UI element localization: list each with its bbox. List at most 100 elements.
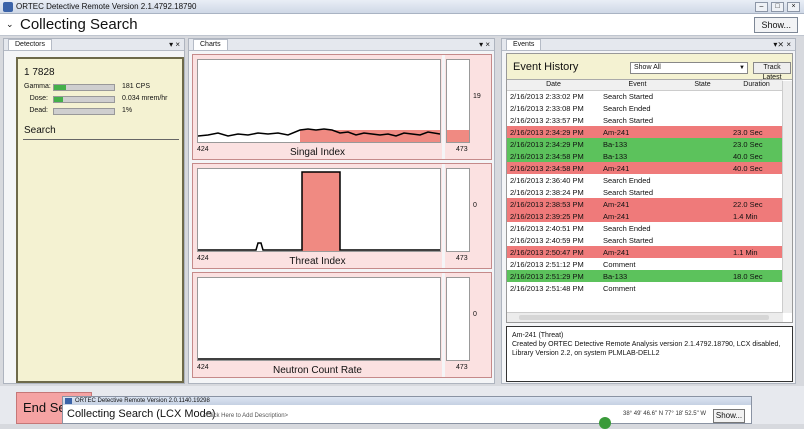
cell-date: 2/16/2013 2:36:40 PM — [510, 175, 584, 185]
chart-plot — [197, 168, 441, 252]
gamma-label: Gamma: — [24, 83, 51, 90]
table-row[interactable]: 2/16/2013 2:33:08 PM Search Ended — [507, 102, 783, 114]
table-row[interactable]: 2/16/2013 2:40:51 PM Search Ended — [507, 222, 783, 234]
cell-date: 2/16/2013 2:33:08 PM — [510, 103, 584, 113]
table-row[interactable]: 2/16/2013 2:38:24 PM Search Started — [507, 186, 783, 198]
chart-main-area: 424 Threat Index — [193, 164, 442, 268]
signal-index-chart[interactable]: 424 Singal Index 19 473 — [192, 54, 492, 160]
tab-charts[interactable]: Charts — [193, 39, 228, 50]
table-row[interactable]: 2/16/2013 2:34:29 PM Ba-133 23.0 Sec — [507, 138, 783, 150]
gamma-bar-fill — [54, 85, 66, 90]
detectors-tab-bar: Detectors ▾ × — [4, 39, 184, 51]
cell-date: 2/16/2013 2:34:58 PM — [510, 163, 584, 173]
panel-pin-close-icon[interactable]: ▾ × — [169, 39, 180, 50]
column-header-event[interactable]: Event — [600, 80, 675, 91]
table-row[interactable]: 2/16/2013 2:51:48 PM Comment — [507, 282, 783, 294]
track-latest-button[interactable]: Track Latest — [753, 62, 791, 81]
cell-date: 2/16/2013 2:51:48 PM — [510, 283, 584, 293]
neutron-count-chart[interactable]: 424 Neutron Count Rate 0 473 — [192, 272, 492, 378]
cell-state — [675, 246, 730, 258]
cell-duration: 22.0 Sec — [733, 199, 763, 209]
minimize-button[interactable]: – — [755, 2, 768, 12]
cell-event: Search Started — [603, 91, 654, 101]
cell-date: 2/16/2013 2:40:51 PM — [510, 223, 584, 233]
maximize-button[interactable]: □ — [771, 2, 784, 12]
table-row[interactable]: 2/16/2013 2:33:02 PM Search Started — [507, 90, 783, 102]
dead-label: Dead: — [29, 107, 48, 114]
cell-duration — [730, 114, 783, 126]
cell-event: Search Started — [603, 115, 654, 125]
table-row[interactable]: 2/16/2013 2:34:58 PM Ba-133 40.0 Sec — [507, 150, 783, 162]
description-line: Created by ORTEC Detective Remote Analys… — [512, 341, 781, 348]
table-row[interactable]: 2/16/2013 2:51:12 PM Comment — [507, 258, 783, 270]
cell-event: Search Started — [603, 187, 654, 197]
vertical-scrollbar[interactable] — [782, 81, 792, 313]
column-header-state[interactable]: State — [675, 80, 730, 91]
event-description: Am-241 (Threat) Created by ORTEC Detecti… — [506, 326, 793, 382]
table-row[interactable]: 2/16/2013 2:34:58 PM Am-241 40.0 Sec — [507, 162, 783, 174]
event-filter-value: Show All — [634, 64, 661, 71]
cell-date: 2/16/2013 2:38:53 PM — [510, 199, 584, 209]
cell-date: 2/16/2013 2:39:25 PM — [510, 211, 584, 221]
cell-state — [675, 270, 730, 282]
cell-state — [675, 198, 730, 210]
horizontal-scrollbar[interactable] — [507, 312, 783, 322]
window-controls: – □ × — [755, 2, 800, 12]
cell-duration — [730, 234, 783, 246]
cell-state — [675, 210, 730, 222]
tab-detectors[interactable]: Detectors — [8, 39, 52, 50]
chevron-down-icon[interactable]: ⌄ — [6, 19, 14, 30]
tab-events[interactable]: Events — [506, 39, 542, 50]
cell-event: Am-241 — [603, 211, 630, 221]
cell-date: 2/16/2013 2:50:47 PM — [510, 247, 584, 257]
chart-side: 19 473 — [445, 55, 491, 159]
current-value: 0 — [473, 202, 477, 209]
panel-pin-close-icon[interactable]: ▾⨯ × — [773, 39, 791, 50]
current-value: 0 — [473, 311, 477, 318]
event-table-body: 2/16/2013 2:33:02 PM Search Started 2/16/2… — [507, 90, 783, 294]
chart-side-plot — [446, 277, 470, 361]
table-row[interactable]: 2/16/2013 2:40:59 PM Search Started — [507, 234, 783, 246]
side-plot-svg — [447, 130, 469, 142]
show-button[interactable]: Show... — [754, 17, 798, 33]
cell-duration — [730, 174, 783, 186]
app-icon — [65, 398, 72, 404]
chart-side-plot — [446, 168, 470, 252]
chart-title: Singal Index — [289, 147, 346, 158]
cell-event: Search Ended — [603, 223, 651, 233]
app-icon — [3, 2, 13, 12]
chart-side: 0 473 — [445, 273, 491, 377]
chevron-down-icon: ▼ — [739, 65, 745, 71]
show-button[interactable]: Show... — [713, 409, 745, 423]
table-row[interactable]: 2/16/2013 2:33:57 PM Search Started — [507, 114, 783, 126]
event-history-title: Event History — [513, 61, 579, 73]
cell-date: 2/16/2013 2:40:59 PM — [510, 235, 584, 245]
panel-pin-close-icon[interactable]: ▾ × — [479, 39, 490, 50]
cell-event: Comment — [603, 259, 636, 269]
dead-bar — [53, 108, 115, 115]
column-header-date[interactable]: Date — [507, 80, 600, 91]
alarm-region — [300, 130, 440, 142]
secondary-window[interactable]: ORTEC Detective Remote Version 2.0.1140.… — [62, 396, 752, 429]
scroll-thumb[interactable] — [519, 315, 769, 320]
event-history-box: Event History Show All ▼ Track Latest Da… — [506, 53, 793, 323]
table-row[interactable]: 2/16/2013 2:51:29 PM Ba-133 18.0 Sec — [507, 270, 783, 282]
close-button[interactable]: × — [787, 2, 800, 12]
cell-state — [675, 102, 730, 114]
description-input[interactable]: <Click Here to Add Description> — [203, 413, 288, 419]
table-row[interactable]: 2/16/2013 2:38:53 PM Am-241 22.0 Sec — [507, 198, 783, 210]
cell-duration: 40.0 Sec — [733, 163, 763, 173]
table-row[interactable]: 2/16/2013 2:50:47 PM Am-241 1.1 Min — [507, 246, 783, 258]
event-table: Date Event State Duration 2/16/2013 2:33… — [507, 80, 783, 294]
threat-index-chart[interactable]: 424 Threat Index 0 473 — [192, 163, 492, 269]
cell-duration: 40.0 Sec — [733, 151, 763, 161]
table-row[interactable]: 2/16/2013 2:36:40 PM Search Ended — [507, 174, 783, 186]
page-title: Collecting Search — [20, 16, 138, 33]
cell-duration: 1.4 Min — [733, 211, 758, 221]
event-filter-select[interactable]: Show All ▼ — [630, 62, 748, 74]
table-row[interactable]: 2/16/2013 2:39:25 PM Am-241 1.4 Min — [507, 210, 783, 222]
description-line: Am-241 (Threat) — [512, 332, 564, 339]
table-row[interactable]: 2/16/2013 2:34:29 PM Am-241 23.0 Sec — [507, 126, 783, 138]
dead-value: 1% — [122, 107, 133, 114]
detector-card[interactable]: 1 7828 Gamma: 181 CPS Dose: 0.034 mrem/h… — [16, 57, 184, 383]
